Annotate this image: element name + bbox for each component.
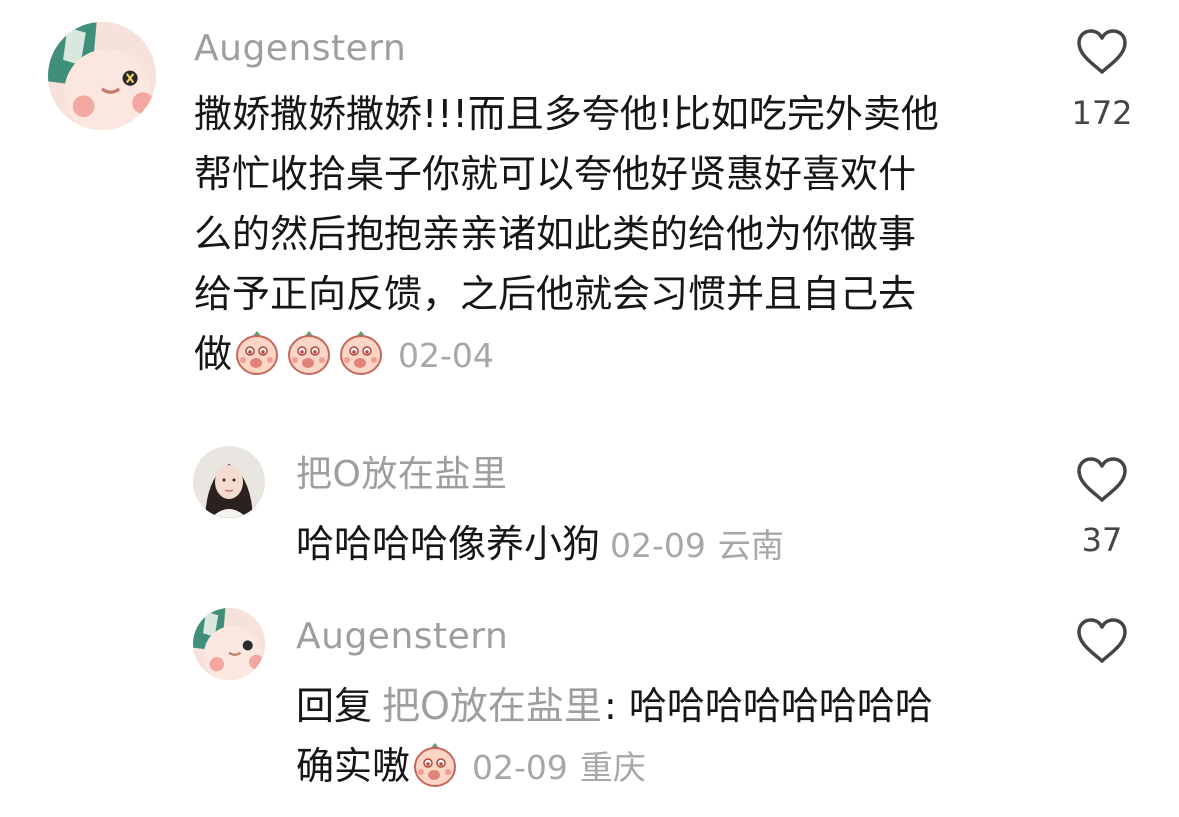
heart-outline-icon[interactable] [1076,456,1128,504]
comment-last-line: 做 02-04 [194,324,939,386]
reply-text: 哈哈哈哈像养小狗 [296,522,601,566]
reply-prefix: 回复 [296,684,373,728]
comment-text: 撒娇撒娇撒娇!!!而且多夸他!比如吃完外卖他 帮忙收拾桌子你就可以夸他好贤惠好喜… [194,84,939,386]
reply-date: 02-09 [472,748,568,787]
peach-face-emoji-icon [232,327,282,377]
reply-location: 云南 [717,526,784,565]
avatar[interactable] [48,22,156,130]
comment-line-text: 做 [194,332,233,376]
reply-line: 确实嗷 02-09 重庆 [296,736,933,798]
like-count: 37 [1081,521,1123,559]
avatar[interactable] [193,446,265,518]
reply-location: 重庆 [579,748,646,787]
heart-outline-icon[interactable] [1076,28,1128,76]
comment-thread: Augenstern 撒娇撒娇撒娇!!!而且多夸他!比如吃完外卖他 帮忙收拾桌子… [0,0,1179,817]
reply-body: : 哈哈哈哈哈哈哈哈 [603,684,933,728]
comment-line: 么的然后抱抱亲亲诸如此类的给他为你做事 [194,212,917,256]
like-count: 172 [1071,94,1133,132]
peach-face-emoji-icon [284,327,334,377]
comment-date: 02-04 [398,336,494,375]
comment-line: 撒娇撒娇撒娇!!!而且多夸他!比如吃完外卖他 [194,92,939,136]
reply-date: 02-09 [610,526,706,565]
reply-text-line: 哈哈哈哈像养小狗 02-09 云南 [296,514,784,576]
reply-target-link[interactable]: 把O放在盐里 [382,684,602,728]
reply-username[interactable]: Augenstern [296,619,508,655]
peach-face-emoji-icon [410,739,460,789]
reply-text: 回复 把O放在盐里: 哈哈哈哈哈哈哈哈 确实嗷 02-09 重庆 [296,676,933,798]
comment-line: 帮忙收拾桌子你就可以夸他好贤惠好喜欢什 [194,152,917,196]
reply-username[interactable]: 把O放在盐里 [296,457,507,493]
peach-face-emoji-icon [336,327,386,377]
comment-line: 给予正向反馈，之后他就会习惯并且自己去 [194,272,917,316]
comment-username[interactable]: Augenstern [194,31,406,67]
avatar[interactable] [193,608,265,680]
heart-outline-icon[interactable] [1076,617,1128,665]
reply-line-text: 确实嗷 [296,744,411,788]
reply-line: 回复 把O放在盐里: 哈哈哈哈哈哈哈哈 [296,676,933,736]
